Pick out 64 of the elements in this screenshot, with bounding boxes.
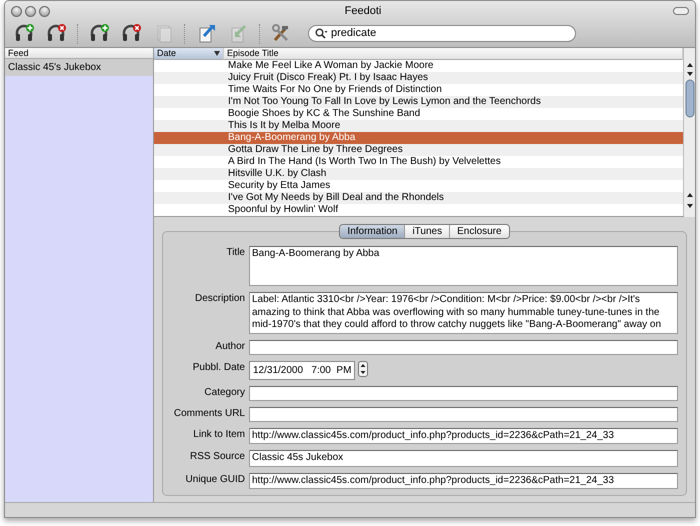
tab[interactable]: Enclosure: [450, 225, 509, 238]
date-field[interactable]: 12/31/2000 7:00 PM: [249, 360, 356, 380]
input-field[interactable]: http://www.classic45s.com/product_info.php?products_id=2236&cPath=21_24_33: [249, 472, 678, 489]
episode-title: Spoonful by Howlin' Wolf: [227, 204, 338, 216]
episode-row[interactable]: Gotta Draw The Line by Three Degrees: [154, 144, 683, 156]
field-label: Author: [214, 340, 246, 354]
search-field[interactable]: predicate: [308, 25, 576, 42]
field-label: Description: [194, 292, 246, 306]
field-label: RSS Source: [188, 450, 246, 464]
field-label: Pubbl. Date: [192, 360, 246, 374]
input-field[interactable]: [249, 340, 678, 354]
episode-row[interactable]: I'm Not Too Young To Fall In Love by Lewis Lymon and the Teenchords: [154, 96, 683, 108]
episode-title: I'm Not Too Young To Fall In Love by Lewis Lymon and the Teenchords: [227, 96, 541, 108]
headphones-plus-icon: [88, 23, 110, 44]
feed-item[interactable]: Classic 45's Jukebox: [5, 59, 153, 76]
episode-row[interactable]: A Bird In The Hand (Is Worth Two In The Bush) by Velvelettes: [154, 156, 683, 168]
headphones-cross-icon: [120, 23, 142, 44]
episode-row[interactable]: I've Got My Needs by Bill Deal and the Rhondels: [154, 192, 683, 204]
zoom-button[interactable]: [39, 6, 50, 16]
column-header[interactable]: Date: [154, 48, 224, 60]
field-label: Category: [203, 386, 246, 400]
search-icon: [315, 28, 328, 39]
episode-title: I've Got My Needs by Bill Deal and the Rhondels: [227, 192, 444, 204]
input-field[interactable]: Bang-A-Boomerang by Abba: [249, 246, 678, 286]
field-label: Title: [225, 246, 246, 260]
input-field[interactable]: http://www.classic45s.com/product_info.php?products_id=2236&cPath=21_24_33: [249, 428, 678, 444]
column-header: Feed: [5, 48, 153, 59]
field-label: Unique GUID: [184, 472, 246, 486]
episode-row[interactable]: Time Waits For No One by Friends of Distinction: [154, 84, 683, 96]
episode-row[interactable]: Security by Etta James: [154, 180, 683, 192]
episode-title: Security by Etta James: [227, 180, 330, 192]
episode-row[interactable]: This Is It by Melba Moore: [154, 120, 683, 132]
episode-row[interactable]: Make Me Feel Like A Woman by Jackie Moore: [154, 60, 683, 72]
headphones-plus-icon: [14, 23, 34, 44]
episode-title: Hitsville U.K. by Clash: [227, 168, 326, 180]
stepper-button[interactable]: [358, 360, 368, 376]
episode-row[interactable]: Hitsville U.K. by Clash: [154, 168, 683, 180]
episode-title: A Bird In The Hand (Is Worth Two In The Bush) by Velvelettes: [227, 156, 501, 168]
input-field[interactable]: [249, 386, 678, 400]
window-title: Feedoti: [344, 4, 382, 19]
input-field[interactable]: Classic 45s Jukebox: [249, 450, 678, 466]
input-field[interactable]: Label: Atlantic 3310<br />Year: 1976<br />Condition: M<br />Price: $9.00<br /><br />It's amazing to think that Abba was overflowing with so many hummable tuney-tune-tunes in the mid-1970's that they could afford to throw catchy nuggets like "Bang-A-Boomerang" away on: [249, 292, 678, 334]
episode-row[interactable]: Bang-A-Boomerang by Abba: [154, 132, 683, 144]
episode-row[interactable]: Boogie Shoes by KC & The Sunshine Band: [154, 108, 683, 120]
episode-title: Time Waits For No One by Friends of Distinction: [227, 84, 442, 96]
episode-title: Boogie Shoes by KC & The Sunshine Band: [227, 108, 420, 120]
episode-title: This Is It by Melba Moore: [227, 120, 340, 132]
episode-title: Bang-A-Boomerang by Abba: [227, 132, 356, 144]
field-label: Link to Item: [192, 428, 246, 442]
minimize-button[interactable]: [25, 6, 36, 16]
field-label: Comments URL: [172, 406, 246, 420]
sort-icon: [214, 51, 220, 56]
episode-row[interactable]: Juicy Fruit (Disco Freak) Pt. I by Isaac Hayes: [154, 72, 683, 84]
toolbar-toggle-button[interactable]: [673, 7, 689, 15]
tab[interactable]: Information: [340, 225, 406, 238]
episode-title: Juicy Fruit (Disco Freak) Pt. I by Isaac Hayes: [227, 72, 428, 84]
episode-title: Make Me Feel Like A Woman by Jackie Moore: [227, 60, 434, 72]
input-field[interactable]: [249, 406, 678, 422]
tab[interactable]: iTunes: [405, 225, 450, 238]
episode-row[interactable]: Spoonful by Howlin' Wolf: [154, 204, 683, 216]
headphones-cross-icon: [46, 23, 66, 44]
episode-title: Gotta Draw The Line by Three Degrees: [227, 144, 403, 156]
close-button[interactable]: [11, 6, 22, 16]
column-header[interactable]: Episode Title: [224, 48, 683, 60]
